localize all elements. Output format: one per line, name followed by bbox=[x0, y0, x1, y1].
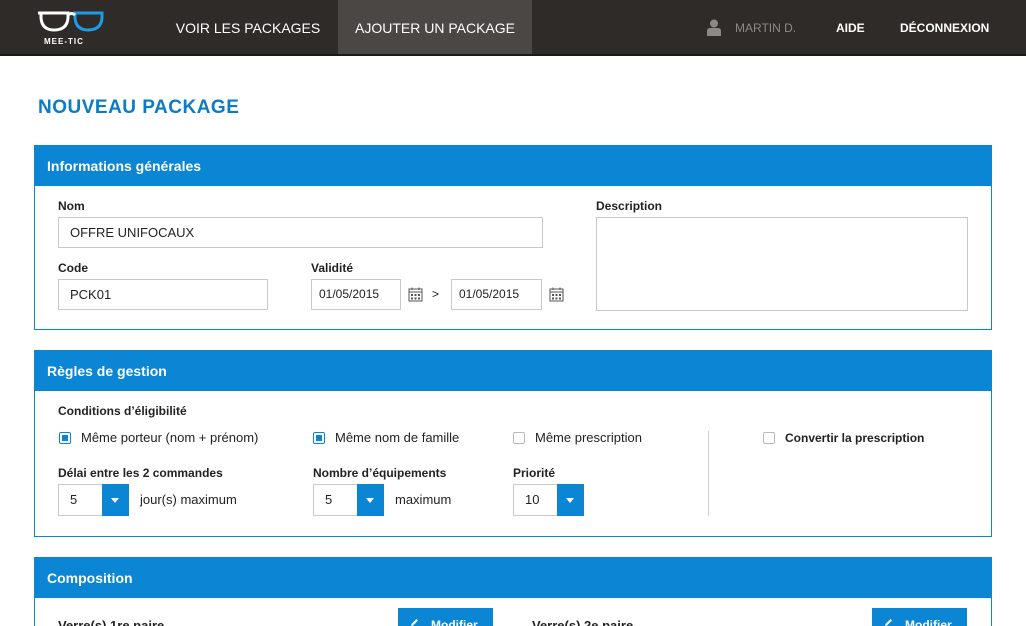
calendar-icon[interactable] bbox=[408, 287, 423, 302]
priority-value: 10 bbox=[525, 492, 540, 507]
name-input[interactable]: OFFRE UNIFOCAUX bbox=[58, 217, 543, 248]
modify-second-pair-button[interactable]: Modifier bbox=[872, 608, 967, 626]
convert-prescription-label: Convertir la prescription bbox=[785, 431, 925, 445]
pencil-icon bbox=[411, 619, 418, 626]
modify-first-pair-button[interactable]: Modifier bbox=[398, 608, 493, 626]
nav-add-package[interactable]: AJOUTER UN PACKAGE bbox=[338, 0, 532, 54]
general-info-title: Informations générales bbox=[35, 146, 991, 186]
user-icon bbox=[707, 19, 721, 36]
delay-label: Délai entre les 2 commandes bbox=[58, 466, 223, 480]
calendar-icon[interactable] bbox=[549, 287, 564, 302]
same-wearer-label: Même porteur (nom + prénom) bbox=[81, 430, 259, 445]
description-label: Description bbox=[596, 199, 663, 213]
management-rules-title: Règles de gestion bbox=[35, 351, 991, 391]
help-link[interactable]: AIDE bbox=[836, 0, 865, 57]
first-pair-label: Verre(s) 1re paire bbox=[58, 618, 165, 626]
chevron-down-icon[interactable] bbox=[357, 484, 384, 516]
date-range-separator: > bbox=[432, 287, 440, 301]
pencil-icon bbox=[885, 619, 892, 626]
equipment-count-value: 5 bbox=[325, 492, 333, 507]
composition-title: Composition bbox=[35, 558, 991, 598]
second-pair-label: Verre(s) 2e paire bbox=[532, 618, 634, 626]
validity-start-date-input[interactable]: 01/05/2015 bbox=[311, 279, 401, 310]
name-label: Nom bbox=[58, 199, 85, 213]
convert-prescription-checkbox[interactable] bbox=[763, 432, 775, 444]
delay-select-value: 5 bbox=[70, 492, 78, 507]
rules-divider bbox=[708, 431, 709, 516]
app-logo[interactable]: MEE-TIC bbox=[38, 8, 108, 50]
glasses-logo-icon bbox=[38, 11, 104, 32]
same-family-name-label: Même nom de famille bbox=[335, 430, 460, 445]
chevron-down-icon[interactable] bbox=[102, 484, 129, 516]
nav-view-packages[interactable]: VOIR LES PACKAGES bbox=[160, 0, 336, 54]
same-family-name-checkbox[interactable] bbox=[313, 432, 325, 444]
delay-unit: jour(s) maximum bbox=[140, 492, 237, 507]
chevron-down-icon[interactable] bbox=[557, 484, 584, 516]
composition-panel: Composition bbox=[34, 557, 992, 626]
delay-select[interactable]: 5 bbox=[58, 484, 129, 516]
equipment-count-select[interactable]: 5 bbox=[313, 484, 384, 516]
priority-label: Priorité bbox=[513, 466, 556, 480]
modify-button-label: Modifier bbox=[431, 618, 478, 626]
logout-link[interactable]: DÉCONNEXION bbox=[900, 0, 989, 57]
equipment-count-unit: maximum bbox=[395, 492, 452, 507]
eligibility-label: Conditions d’éligibilité bbox=[58, 404, 187, 418]
same-wearer-checkbox[interactable] bbox=[59, 432, 71, 444]
code-input[interactable]: PCK01 bbox=[58, 279, 268, 310]
modify-button-label: Modifier bbox=[905, 618, 952, 626]
logo-text: MEE-TIC bbox=[44, 37, 84, 46]
code-label: Code bbox=[58, 261, 88, 275]
top-navigation-bar: MEE-TIC VOIR LES PACKAGES AJOUTER UN PAC… bbox=[0, 0, 1026, 56]
user-name: MARTIN D. bbox=[735, 21, 797, 35]
same-prescription-label: Même prescription bbox=[535, 430, 642, 445]
validity-end-date-input[interactable]: 01/05/2015 bbox=[451, 279, 542, 310]
description-textarea[interactable] bbox=[596, 217, 968, 311]
equipment-count-label: Nombre d’équipements bbox=[313, 466, 447, 480]
validity-label: Validité bbox=[311, 261, 354, 275]
priority-select[interactable]: 10 bbox=[513, 484, 584, 516]
page-title: NOUVEAU PACKAGE bbox=[38, 97, 240, 118]
same-prescription-checkbox[interactable] bbox=[513, 432, 525, 444]
